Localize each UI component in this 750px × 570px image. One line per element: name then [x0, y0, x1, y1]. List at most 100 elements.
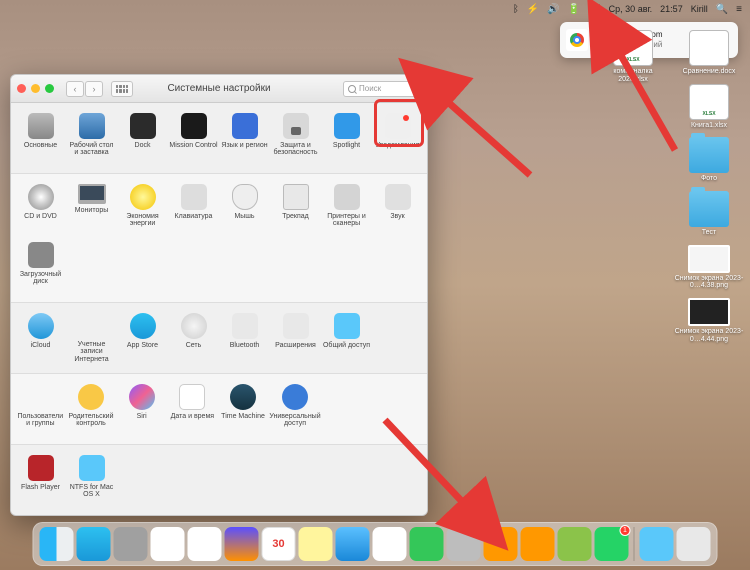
pref-мышь[interactable]: Мышь — [219, 180, 270, 238]
pref-мониторы[interactable]: Мониторы — [66, 180, 117, 238]
accounts-icon — [79, 313, 105, 338]
dock-downloads[interactable] — [640, 527, 674, 561]
dock-appstore[interactable] — [77, 527, 111, 561]
dock-safari[interactable] — [151, 527, 185, 561]
dock-finder[interactable] — [40, 527, 74, 561]
pref-bluetooth[interactable]: Bluetooth — [219, 309, 270, 367]
show-all-button[interactable] — [111, 81, 133, 97]
dock-firefox[interactable] — [225, 527, 259, 561]
bluetooth-icon[interactable]: ᛒ — [513, 4, 519, 15]
battery-icon[interactable]: 🔋 — [568, 4, 580, 15]
pref-экономия-энергии[interactable]: Экономия энергии — [117, 180, 168, 238]
screenshot-icon — [688, 245, 730, 273]
time-icon — [230, 384, 256, 410]
pref-общий-доступ[interactable]: Общий доступ — [321, 309, 372, 367]
pref-label: Уведомления — [376, 142, 420, 149]
search-placeholder: Поиск — [359, 84, 381, 93]
pref-пользователи-и-группы[interactable]: Пользователи и группы — [15, 380, 66, 438]
input-flag-icon[interactable]: 🇺🇸 — [588, 4, 600, 15]
pref-сеть[interactable]: Сеть — [168, 309, 219, 367]
volume-icon[interactable]: 🔊 — [547, 4, 559, 15]
dock-launchpad[interactable] — [114, 527, 148, 561]
doc-blue-icon — [613, 30, 653, 66]
pref-flash-player[interactable]: Flash Player — [15, 451, 66, 509]
zoom-button[interactable] — [45, 84, 54, 93]
users-icon — [27, 384, 53, 410]
pref-label: Мышь — [234, 213, 254, 220]
pref-label: Универсальный доступ — [269, 413, 320, 428]
pref-siri[interactable]: Siri — [116, 380, 167, 438]
desktop-item[interactable]: Снимок экрана 2023-0…4.44.png — [674, 298, 744, 343]
window-title: Системные настройки — [167, 83, 270, 94]
close-button[interactable] — [17, 84, 26, 93]
pref-загрузочный-диск[interactable]: Загрузочный диск — [15, 238, 66, 296]
pref-уведомления[interactable]: Уведомления — [372, 109, 423, 167]
dock-trash[interactable] — [677, 527, 711, 561]
dock-mail[interactable] — [336, 527, 370, 561]
pref-рабочий-стол-и-заставка[interactable]: Рабочий стол и заставка — [66, 109, 117, 167]
dock-app2[interactable] — [521, 527, 555, 561]
menubar-user[interactable]: Kirill — [691, 4, 708, 14]
pref-label: Звук — [390, 213, 404, 220]
desktop-item[interactable]: Снимок экрана 2023-0…4.38.png — [674, 245, 744, 290]
pref-дата-и-время[interactable]: Дата и время — [167, 380, 218, 438]
desktop-item[interactable]: Книга1.xlsx — [674, 84, 744, 130]
pref-dock[interactable]: Dock — [117, 109, 168, 167]
pref-cd-и-dvd[interactable]: CD и DVD — [15, 180, 66, 238]
menubar-time[interactable]: 21:57 — [660, 4, 683, 14]
pref-label: Родительский контроль — [67, 413, 116, 428]
pref-label: Трекпад — [282, 213, 309, 220]
pref-label: Bluetooth — [230, 342, 260, 349]
forward-button[interactable]: › — [85, 81, 103, 97]
pref-app-store[interactable]: App Store — [117, 309, 168, 367]
dock-chrome[interactable] — [188, 527, 222, 561]
desktop-item[interactable]: Сравнение.docx — [674, 30, 744, 76]
chrome-icon — [566, 29, 588, 51]
pref-time-machine[interactable]: Time Machine — [218, 380, 269, 438]
dock-maps[interactable] — [558, 527, 592, 561]
dock-whatsapp[interactable]: 1 — [595, 527, 629, 561]
pref-родительский-контроль[interactable]: Родительский контроль — [66, 380, 117, 438]
window-titlebar[interactable]: ‹ › Системные настройки Поиск — [11, 75, 427, 103]
desktop-item[interactable]: Фото — [674, 137, 744, 183]
pref-трекпад[interactable]: Трекпад — [270, 180, 321, 238]
desktop-label: Книга1.xlsx — [691, 122, 727, 130]
pref-принтеры-и-сканеры[interactable]: Принтеры и сканеры — [321, 180, 372, 238]
pref-язык-и-регион[interactable]: Язык и регион — [219, 109, 270, 167]
pref-spotlight[interactable]: Spotlight — [321, 109, 372, 167]
spotlight-icon[interactable]: 🔍 — [716, 4, 728, 15]
dock-system-prefs[interactable] — [447, 527, 481, 561]
pref-icloud[interactable]: iCloud — [15, 309, 66, 367]
ntfs-icon — [79, 455, 105, 481]
back-button[interactable]: ‹ — [66, 81, 84, 97]
siri-icon — [129, 384, 155, 410]
dock-vlc[interactable] — [484, 527, 518, 561]
dock-notes[interactable] — [299, 527, 333, 561]
pref-универсальный-доступ[interactable]: Универсальный доступ — [268, 380, 321, 438]
menubar: ᛒ ⚡ 🔊 🔋 🇺🇸 Ср, 30 авг. 21:57 Kirill 🔍 ≡ — [505, 0, 750, 18]
pref-label: Защита и безопасность — [271, 142, 320, 157]
pref-расширения[interactable]: Расширения — [270, 309, 321, 367]
pref-звук[interactable]: Звук — [372, 180, 423, 238]
minimize-button[interactable] — [31, 84, 40, 93]
notif-icon — [385, 113, 411, 139]
dock-calendar[interactable]: 30 — [262, 527, 296, 561]
dock-music[interactable] — [373, 527, 407, 561]
menu-icon[interactable]: ≡ — [736, 4, 742, 15]
cd-icon — [28, 184, 54, 210]
pref-ntfs-for-mac-os-x[interactable]: NTFS for Mac OS X — [66, 451, 117, 509]
wifi-icon[interactable]: ⚡ — [527, 4, 539, 15]
pref-основные[interactable]: Основные — [15, 109, 66, 167]
pref-mission-control[interactable]: Mission Control — [168, 109, 219, 167]
pref-клавиатура[interactable]: Клавиатура — [168, 180, 219, 238]
dock-messages[interactable] — [410, 527, 444, 561]
menubar-date[interactable]: Ср, 30 авг. — [609, 4, 653, 14]
system-preferences-window: ‹ › Системные настройки Поиск ОсновныеРа… — [10, 74, 428, 516]
sharing-icon — [334, 313, 360, 339]
screenshot-icon — [688, 298, 730, 326]
desktop-item[interactable]: коммуналка 2020.xlsx — [598, 30, 668, 83]
pref-учетные-записи-интернета[interactable]: Учетные записи Интернета — [66, 309, 117, 367]
pref-защита-и-безопасность[interactable]: Защита и безопасность — [270, 109, 321, 167]
search-field[interactable]: Поиск — [343, 81, 421, 97]
desktop-item[interactable]: Тест — [674, 191, 744, 237]
